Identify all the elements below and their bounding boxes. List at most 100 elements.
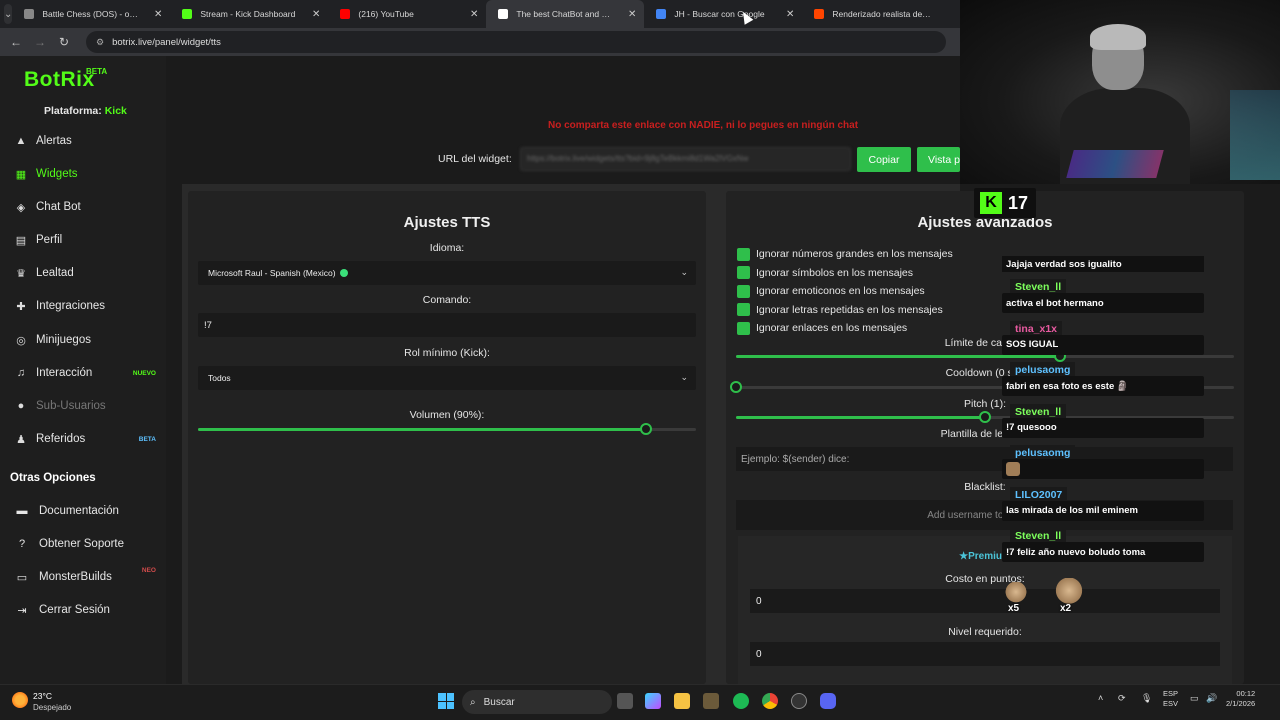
sync-icon[interactable]: ⟳ xyxy=(1118,693,1126,704)
copy-button[interactable]: Copiar xyxy=(857,147,911,172)
browser-tab[interactable]: Battle Chess (DOS) - online game ✕ xyxy=(12,0,170,28)
char-limit-slider[interactable] xyxy=(736,350,1234,362)
input-language[interactable]: ESP ESV xyxy=(1163,689,1178,709)
sidebar-item-interacción[interactable]: ♫ Interacción NUEVO xyxy=(0,360,166,386)
botrix-logo[interactable]: BotRix xyxy=(24,68,95,92)
level-input[interactable]: 0 xyxy=(750,642,1220,666)
site-info-icon[interactable]: ⚙ xyxy=(96,37,104,48)
clock-time: 00:12 xyxy=(1236,689,1256,698)
sidebar-item-perfil[interactable]: ▤ Perfil xyxy=(0,227,166,253)
discord-icon[interactable] xyxy=(820,693,836,709)
taskbar-clock[interactable]: 00:12 2/1/2026 xyxy=(1226,689,1255,709)
other-options-title: Otras Opciones xyxy=(10,472,96,484)
role-select[interactable]: Todos ⌄ xyxy=(198,366,696,390)
command-input[interactable]: !7 xyxy=(198,313,696,337)
sidebar-item-label: Widgets xyxy=(36,168,78,180)
close-icon[interactable]: ✕ xyxy=(470,9,478,20)
sidebar-option-documentación[interactable]: ▬ Documentación xyxy=(0,499,166,523)
chat-message: Jajaja verdad sos igualito xyxy=(1002,256,1204,272)
task-view-icon[interactable] xyxy=(617,693,633,709)
kick-viewer-counter: K 17 xyxy=(974,188,1037,218)
weather-sun-icon[interactable] xyxy=(12,692,28,708)
reload-icon[interactable]: ↻ xyxy=(52,35,76,49)
settings-area: Ajustes TTS Idioma: Microsoft Raul - Spa… xyxy=(182,184,1244,684)
sidebar-item-label: Referidos xyxy=(36,433,86,445)
back-arrow-icon[interactable]: ← xyxy=(4,35,28,49)
capcut-icon[interactable] xyxy=(703,693,719,709)
ignore-option-checkbox[interactable]: Ignorar letras repetidas en los mensajes xyxy=(737,303,943,317)
browser-tab[interactable]: JH - Buscar con Google ✕ xyxy=(644,0,802,28)
main-content: No comparta este enlace con NADIE, ni lo… xyxy=(166,56,1244,684)
sidebar-option-label: Cerrar Sesión xyxy=(39,604,110,616)
sidebar-item-integraciones[interactable]: ✚ Integraciones xyxy=(0,293,166,319)
browser-tab[interactable]: (216) YouTube ✕ xyxy=(328,0,486,28)
sidebar-item-referidos[interactable]: ♟ Referidos BETA xyxy=(0,426,166,452)
chrome-icon[interactable] xyxy=(762,693,778,709)
sidebar-option-cerrar-sesión[interactable]: ⇥ Cerrar Sesión xyxy=(0,598,166,622)
volume-icon[interactable]: 🔊 xyxy=(1206,693,1217,704)
close-icon[interactable]: ✕ xyxy=(628,9,636,20)
sticker-count: x5 xyxy=(1008,603,1020,614)
ignore-option-checkbox[interactable]: Ignorar enlaces en los mensajes xyxy=(737,321,907,335)
sidebar-item-sub-usuarios[interactable]: ● Sub-Usuarios xyxy=(0,393,166,419)
sidebar-item-chat-bot[interactable]: ◈ Chat Bot xyxy=(0,194,166,220)
tab-search-chevron-icon[interactable]: ⌄ xyxy=(4,4,13,24)
checkbox-checked-icon[interactable] xyxy=(737,321,750,335)
people-icon: ♟ xyxy=(16,433,26,446)
sidebar-item-alertas[interactable]: ▲ Alertas xyxy=(0,128,166,154)
sidebar-item-minijuegos[interactable]: ◎ Minijuegos xyxy=(0,327,166,353)
weather-temperature[interactable]: 23°C xyxy=(33,691,52,701)
close-icon[interactable]: ✕ xyxy=(786,9,794,20)
checkbox-checked-icon[interactable] xyxy=(737,247,750,261)
browser-tab-strip: ⌄ Battle Chess (DOS) - online game✕Strea… xyxy=(0,0,960,28)
widget-url-field[interactable]: https://botrix.live/widgets/tts?bid=9j8g… xyxy=(520,147,851,171)
sidebar-item-label: Chat Bot xyxy=(36,201,81,213)
taskbar-search[interactable]: ⌕ Buscar xyxy=(462,690,612,714)
taskbar-search-label: Buscar xyxy=(483,696,515,708)
overlay-edge xyxy=(1265,184,1280,684)
language-select[interactable]: Microsoft Raul - Spanish (Mexico) ⌄ xyxy=(198,261,696,285)
address-bar[interactable]: ⚙ botrix.live/panel/widget/tts xyxy=(86,31,946,53)
chat-message: !7 quesooo xyxy=(1002,417,1204,438)
windows-start-icon[interactable] xyxy=(438,693,454,709)
file-explorer-icon[interactable] xyxy=(674,693,690,709)
cooldown-slider-thumb[interactable] xyxy=(730,381,742,393)
checkbox-checked-icon[interactable] xyxy=(737,303,750,316)
spotify-icon[interactable] xyxy=(733,693,749,709)
volume-slider[interactable] xyxy=(198,423,696,435)
trophy-icon: ♛ xyxy=(16,267,26,280)
volume-slider-thumb[interactable] xyxy=(640,423,653,435)
cat-sticker-icon xyxy=(1004,582,1028,604)
browser-tab[interactable]: Renderizado realista de un alde xyxy=(802,0,960,28)
checkbox-checked-icon[interactable] xyxy=(737,284,750,298)
ignore-option-checkbox[interactable]: Ignorar números grandes en los mensajes xyxy=(737,247,953,261)
emote-icon xyxy=(1006,462,1020,476)
cost-input[interactable]: 0 xyxy=(750,589,1220,613)
chevron-up-icon[interactable]: ˄ xyxy=(1098,693,1103,703)
sidebar-option-monsterbuilds[interactable]: ▭ MonsterBuilds NEO xyxy=(0,565,166,589)
ignore-option-checkbox[interactable]: Ignorar emoticonos en los mensajes xyxy=(737,284,925,298)
sidebar-item-widgets[interactable]: ▦ Widgets xyxy=(0,161,166,187)
reddit-icon xyxy=(814,9,825,19)
tab-title: The best ChatBot and Widgets xyxy=(516,9,617,19)
checkbox-checked-icon[interactable] xyxy=(737,266,750,279)
network-icon[interactable]: ▭ xyxy=(1190,693,1199,704)
sidebar-item-lealtad[interactable]: ♛ Lealtad xyxy=(0,260,166,286)
monitor-icon: ▭ xyxy=(16,571,28,584)
ignore-option-checkbox[interactable]: Ignorar símbolos en los mensajes xyxy=(737,266,913,280)
close-icon[interactable]: ✕ xyxy=(154,9,162,20)
copilot-icon[interactable] xyxy=(645,693,661,709)
microphone-icon[interactable]: 🎙 xyxy=(1141,693,1152,704)
tab-title: (216) YouTube xyxy=(358,9,414,19)
pitch-slider-thumb[interactable] xyxy=(979,411,991,423)
browser-tab[interactable]: Stream - Kick Dashboard ✕ xyxy=(170,0,328,28)
browser-tab[interactable]: The best ChatBot and Widgets ✕ xyxy=(486,0,645,28)
cost-label: Costo en puntos: xyxy=(945,573,1025,585)
checkbox-label: Ignorar letras repetidas en los mensajes xyxy=(756,303,943,316)
close-icon[interactable]: ✕ xyxy=(312,9,320,20)
forward-arrow-icon[interactable]: → xyxy=(28,35,52,49)
weather-description[interactable]: Despejado xyxy=(33,703,71,712)
sidebar-option-obtener-soporte[interactable]: ? Obtener Soporte xyxy=(0,532,166,556)
preview-button[interactable]: Vista p xyxy=(917,147,960,172)
obs-icon[interactable] xyxy=(791,693,807,709)
